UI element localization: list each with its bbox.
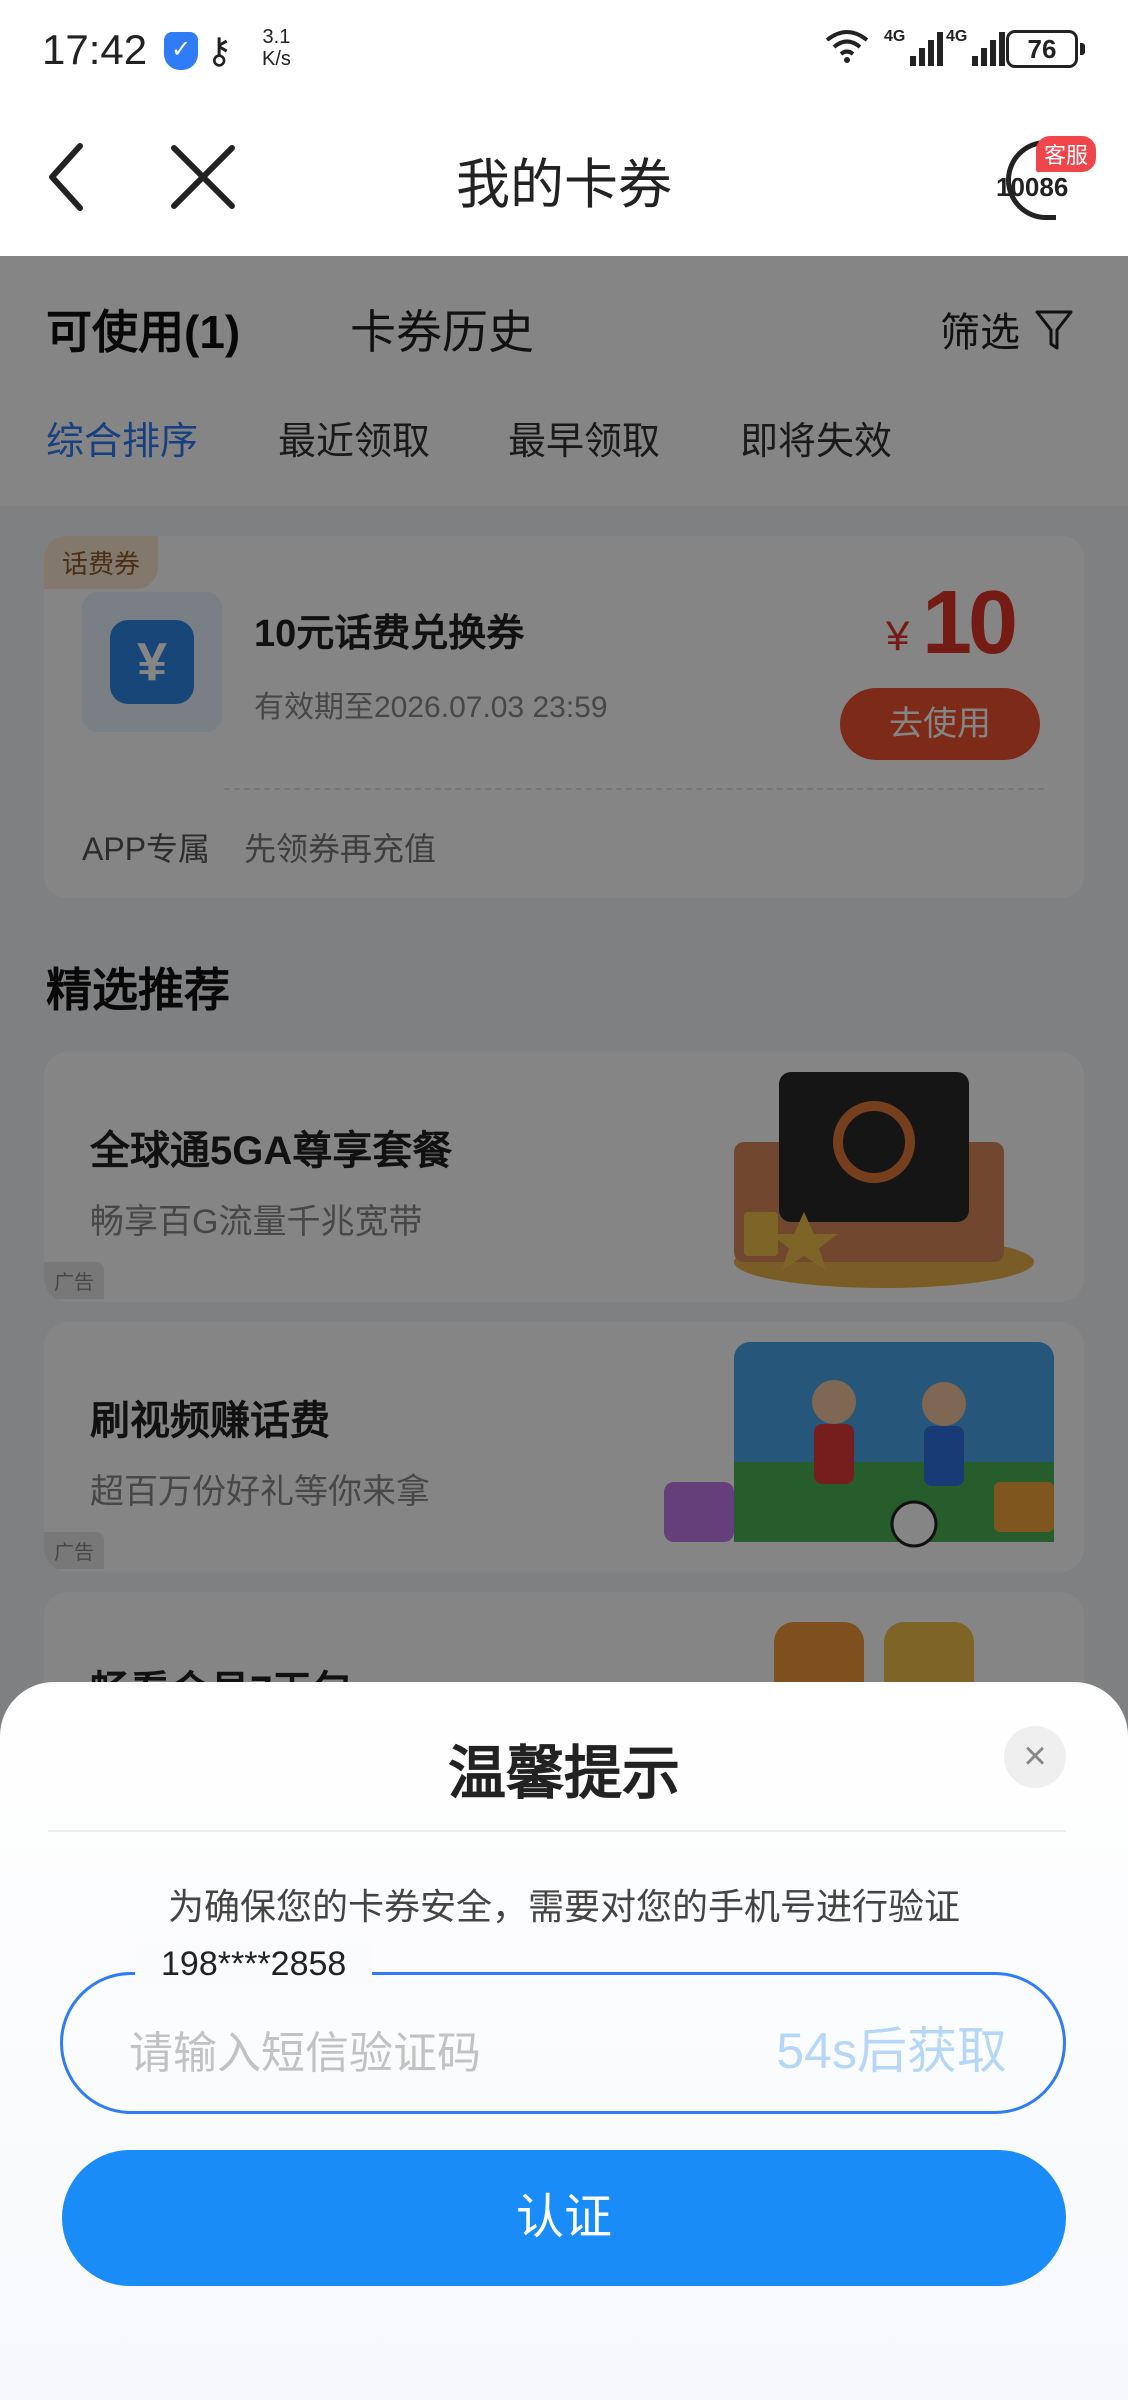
customer-service-button[interactable]: 客服 10086	[996, 136, 1096, 222]
status-bar: 17:42 ✓ ⚷ 3.1 K/s 4G 4G 76	[0, 0, 1128, 100]
service-badge: 客服	[1035, 136, 1096, 172]
service-number: 10086	[996, 172, 1069, 202]
network-speed: 3.1 K/s	[262, 26, 291, 70]
wifi-icon	[824, 28, 870, 73]
speed-unit: K/s	[262, 48, 291, 70]
close-dialog-button[interactable]: ×	[1004, 1726, 1066, 1788]
key-icon: ⚷	[206, 30, 233, 71]
phone-number: 198****2858	[135, 1945, 373, 1984]
speed-value: 3.1	[262, 26, 291, 48]
dialog-description: 为确保您的卡券安全，需要对您的手机号进行验证	[167, 1886, 960, 1927]
dialog-title: 温馨提示	[447, 1741, 680, 1806]
page-title: 我的卡券	[456, 155, 672, 215]
sms-code-input[interactable]: 198****2858 请输入短信验证码 54s后获取	[60, 1945, 1066, 2114]
verify-button[interactable]: 认证	[62, 2150, 1066, 2286]
network-type-2: 4G	[946, 28, 968, 45]
battery-indicator: 76	[1006, 30, 1085, 68]
dialog-divider	[48, 1830, 1066, 1832]
shield-icon: ✓	[164, 32, 198, 70]
signal-icon: 4G	[884, 28, 944, 66]
signal-icon-2: 4G	[946, 28, 1006, 66]
verification-dialog: 温馨提示 × 为确保您的卡券安全，需要对您的手机号进行验证 198****285…	[0, 1682, 1128, 2400]
sms-code-placeholder: 请输入短信验证码	[129, 2029, 481, 2078]
network-type-1: 4G	[884, 28, 906, 45]
nav-bar: 我的卡券 客服 10086	[0, 100, 1128, 256]
close-icon: ×	[1023, 1734, 1047, 1778]
resend-countdown: 54s后获取	[776, 2023, 1007, 2079]
clock: 17:42	[42, 26, 148, 73]
